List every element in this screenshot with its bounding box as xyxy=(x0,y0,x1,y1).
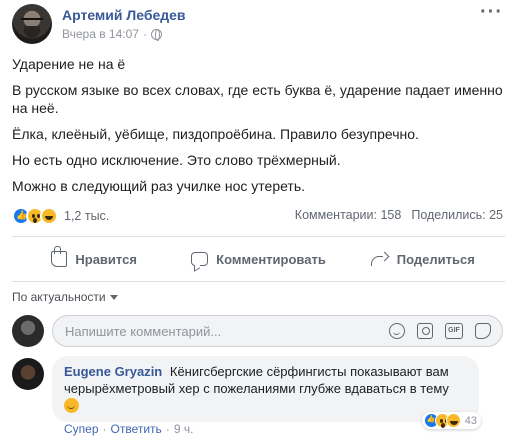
meta-separator: · xyxy=(142,27,147,41)
more-icon[interactable]: ··· xyxy=(480,2,503,22)
divider xyxy=(12,236,505,237)
sort-label: По актуальности xyxy=(12,290,106,304)
comment-reactions-count: 43 xyxy=(464,414,477,427)
commenter-avatar[interactable] xyxy=(12,358,44,390)
shares-count[interactable]: Поделились: 25 xyxy=(411,208,503,222)
post-paragraph: Ударение не на ё xyxy=(12,56,126,72)
thumbs-up-icon xyxy=(51,246,68,267)
like-button[interactable]: Нравится xyxy=(12,243,176,275)
sticker-icon[interactable] xyxy=(475,323,491,339)
share-button[interactable]: Поделиться xyxy=(341,243,505,275)
camera-icon[interactable] xyxy=(417,323,433,339)
post-header: Артемий Лебедев Вчера в 14:07 · ··· xyxy=(12,2,505,44)
smile-emoji-icon xyxy=(64,398,79,413)
globe-icon[interactable] xyxy=(150,28,162,41)
commenter-name[interactable]: Eugene Gryazin xyxy=(64,364,162,379)
post-meta: Вчера в 14:07 · xyxy=(62,27,162,41)
comment-action-separator: · xyxy=(165,422,170,436)
comment-action-separator: · xyxy=(102,422,107,436)
post-actions: Нравится Комментировать Поделиться xyxy=(12,243,505,275)
comment-composer: GIF xyxy=(12,313,505,349)
comment-bubble: Eugene Gryazin Кёнигсбергские сёрфингист… xyxy=(52,356,479,422)
comment-time[interactable]: 9 ч. xyxy=(174,422,194,436)
comment-button[interactable]: Комментировать xyxy=(176,243,340,275)
post-text: Ударение не на ё В русском языке во всех… xyxy=(12,55,505,203)
post-paragraph: Можно в следующий раз училке нос утереть… xyxy=(12,178,306,194)
reactions-count[interactable]: 1,2 тыс. xyxy=(64,209,109,223)
comment-reply-link[interactable]: Ответить xyxy=(111,422,162,436)
haha-reaction-icon xyxy=(40,207,58,225)
comment-reactions[interactable]: 43 xyxy=(421,412,481,429)
divider xyxy=(12,281,505,282)
avatar-glasses xyxy=(21,18,43,24)
share-icon xyxy=(370,252,389,266)
comments-count[interactable]: Комментарии: 158 xyxy=(295,208,402,222)
comment-icon xyxy=(191,252,209,266)
post-card: Артемий Лебедев Вчера в 14:07 · ··· Удар… xyxy=(0,0,517,447)
current-user-avatar xyxy=(12,315,44,347)
comment-sort-dropdown[interactable]: По актуальности xyxy=(12,290,118,304)
post-timestamp[interactable]: Вчера в 14:07 xyxy=(62,27,139,41)
comment-button-label: Комментировать xyxy=(216,251,326,267)
comment-like-link[interactable]: Супер xyxy=(64,422,99,436)
share-button-label: Поделиться xyxy=(396,251,475,267)
comment: Eugene Gryazin Кёнигсбергские сёрфингист… xyxy=(12,356,505,436)
comment-actions: Супер · Ответить · 9 ч. xyxy=(64,422,193,436)
author-avatar[interactable] xyxy=(12,4,52,44)
like-button-label: Нравится xyxy=(75,251,137,267)
post-paragraph: В русском языке во всех словах, где есть… xyxy=(12,82,503,116)
haha-reaction-icon xyxy=(445,413,461,428)
composer-icons: GIF xyxy=(389,323,491,339)
counts-right: Комментарии: 158 Поделились: 25 xyxy=(295,208,503,222)
gif-icon[interactable]: GIF xyxy=(445,323,463,339)
post-paragraph: Ёлка, клеёный, уёбище, пиздопроёбина. Пр… xyxy=(12,126,419,142)
reactions-summary[interactable]: 1,2 тыс. xyxy=(12,207,109,225)
avatar-beard xyxy=(24,26,40,38)
emoji-icon[interactable] xyxy=(389,323,405,339)
caret-down-icon xyxy=(109,294,118,300)
post-paragraph: Но есть одно исключение. Это слово трёхм… xyxy=(12,152,341,168)
engagement-counts: 1,2 тыс. Комментарии: 158 Поделились: 25 xyxy=(12,207,505,227)
author-name[interactable]: Артемий Лебедев xyxy=(62,7,186,23)
